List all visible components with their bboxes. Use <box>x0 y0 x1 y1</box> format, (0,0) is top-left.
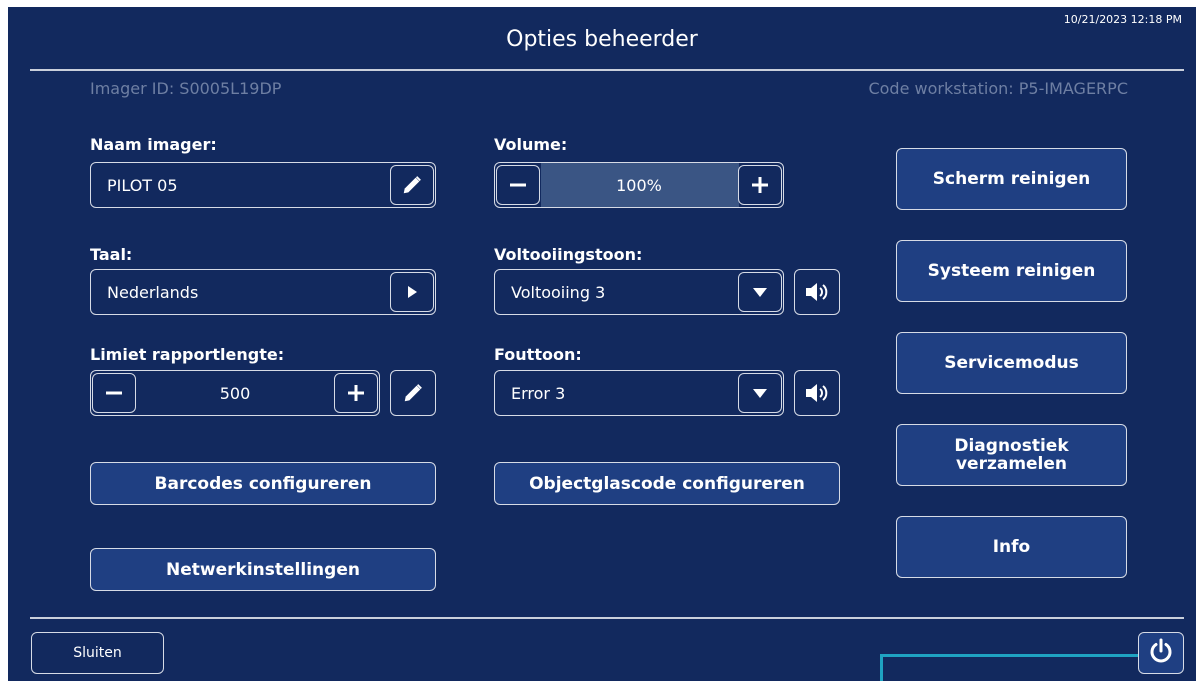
imager-id: Imager ID: S0005L19DP <box>90 79 282 98</box>
completion-tone-select[interactable]: Voltooiing 3 <box>494 269 784 315</box>
error-tone-dropdown-button[interactable] <box>738 373 782 413</box>
pencil-icon <box>402 382 424 404</box>
network-settings-button[interactable]: Netwerkinstellingen <box>90 548 436 591</box>
volume-stepper[interactable]: 100% <box>494 162 784 208</box>
chevron-down-icon <box>752 286 768 298</box>
name-label: Naam imager: <box>90 135 217 154</box>
language-label: Taal: <box>90 245 133 264</box>
pencil-icon <box>401 174 423 196</box>
workstation-code: Code workstation: P5-IMAGERPC <box>868 79 1128 98</box>
collect-diagnostics-line-1: Diagnostiek <box>954 436 1069 456</box>
completion-tone-dropdown-button[interactable] <box>738 272 782 312</box>
header-divider <box>30 69 1184 71</box>
report-limit-stepper[interactable]: 500 <box>90 370 380 416</box>
power-icon <box>1148 638 1174 668</box>
collect-diagnostics-button[interactable]: Diagnostiek verzamelen <box>896 424 1127 486</box>
error-tone-label: Fouttoon: <box>494 345 582 364</box>
footer-divider <box>30 617 1184 619</box>
report-limit-label: Limiet rapportlengte: <box>90 345 285 364</box>
page-title: Opties beheerder <box>506 27 698 52</box>
focus-connector-horizontal <box>880 654 1138 657</box>
name-value: PILOT 05 <box>107 176 178 195</box>
configure-barcodes-button[interactable]: Barcodes configureren <box>90 462 436 505</box>
info-button[interactable]: Info <box>896 516 1127 578</box>
clean-system-button[interactable]: Systeem reinigen <box>896 240 1127 302</box>
timestamp: 10/21/2023 12:18 PM <box>1063 13 1182 26</box>
language-value: Nederlands <box>107 283 199 302</box>
plus-icon <box>347 384 365 402</box>
speaker-icon <box>804 382 830 404</box>
close-button[interactable]: Sluiten <box>31 632 164 674</box>
language-select-button[interactable] <box>390 272 434 312</box>
plus-icon <box>751 176 769 194</box>
clean-screen-button[interactable]: Scherm reinigen <box>896 148 1127 210</box>
focus-connector-vertical <box>880 654 883 681</box>
error-tone-value: Error 3 <box>511 384 566 403</box>
language-field[interactable]: Nederlands <box>90 269 436 315</box>
volume-increase-button[interactable] <box>738 165 782 205</box>
service-mode-button[interactable]: Servicemodus <box>896 332 1127 394</box>
options-panel: Opties beheerder 10/21/2023 12:18 PM Ima… <box>8 7 1196 681</box>
chevron-down-icon <box>752 387 768 399</box>
play-right-icon <box>405 285 419 299</box>
edit-report-limit-button[interactable] <box>390 370 436 416</box>
name-field[interactable]: PILOT 05 <box>90 162 436 208</box>
error-tone-select[interactable]: Error 3 <box>494 370 784 416</box>
report-limit-increase-button[interactable] <box>334 373 378 413</box>
power-button[interactable] <box>1138 632 1184 674</box>
completion-tone-label: Voltooiingstoon: <box>494 245 643 264</box>
configure-slide-code-button[interactable]: Objectglascode configureren <box>494 462 840 505</box>
volume-label: Volume: <box>494 135 568 154</box>
collect-diagnostics-line-2: verzamelen <box>955 454 1068 474</box>
speaker-icon <box>804 281 830 303</box>
edit-name-button[interactable] <box>390 165 434 205</box>
completion-tone-value: Voltooiing 3 <box>511 283 606 302</box>
completion-tone-play-button[interactable] <box>794 269 840 315</box>
error-tone-play-button[interactable] <box>794 370 840 416</box>
